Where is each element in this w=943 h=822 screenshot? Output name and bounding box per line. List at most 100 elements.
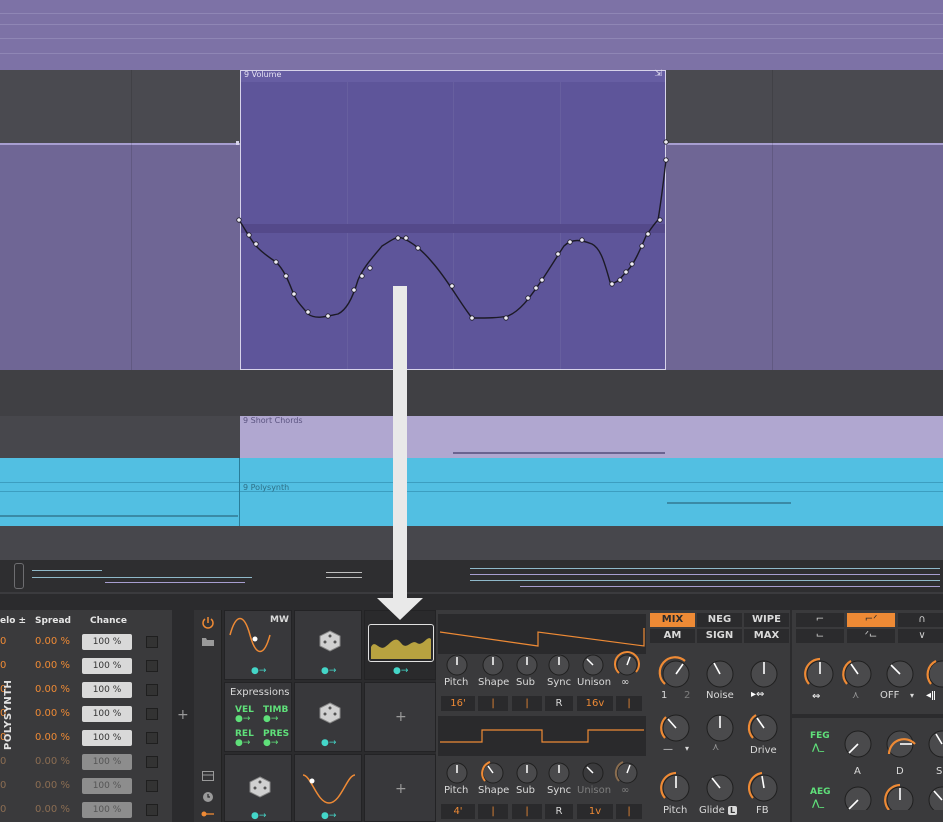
row-checkbox[interactable]	[146, 684, 158, 696]
lowpass-filter-button[interactable]: ⌐	[796, 613, 844, 627]
lowpass-resonant-button[interactable]: ⌐ᐟ	[847, 613, 895, 627]
power-icon[interactable]	[201, 616, 215, 630]
unison-link-icon[interactable]: ∞	[621, 785, 629, 796]
osc1-sub-value[interactable]: |	[512, 696, 542, 711]
spread-value[interactable]: 0.00 %	[35, 756, 70, 767]
row-checkbox[interactable]	[146, 756, 158, 768]
clock-icon[interactable]	[202, 791, 214, 803]
stereo-width-icon[interactable]: ▸⇔	[751, 689, 764, 700]
modulation-arrow-icon[interactable]: ●→	[321, 738, 336, 748]
spread-value[interactable]: 0.00 %	[35, 708, 70, 719]
filter-off-label[interactable]: OFF	[880, 690, 899, 701]
row-checkbox[interactable]	[146, 732, 158, 744]
timb-arrow-icon[interactable]: ●→	[263, 714, 278, 724]
random-modulator-slot[interactable]: ●→	[294, 682, 362, 752]
lfo-modulator-slot[interactable]: MW ●→	[224, 610, 292, 680]
wipe-button[interactable]: WIPE	[744, 613, 789, 627]
osc2-waveform	[438, 716, 646, 756]
aeg-label[interactable]: AEG	[810, 787, 831, 797]
row-checkbox[interactable]	[146, 780, 158, 792]
modulation-icon[interactable]	[201, 810, 215, 818]
osc2-pitch-value[interactable]: 4'	[441, 804, 475, 819]
highpass-filter-button[interactable]: ⌙	[796, 629, 844, 643]
add-modulator-button[interactable]: +	[395, 781, 407, 797]
osc1-knobs[interactable]	[440, 650, 646, 680]
arranger-overview[interactable]	[0, 560, 943, 592]
lfo-modulator-slot[interactable]: ●→	[294, 754, 362, 822]
osc2-sync-value[interactable]: R	[545, 804, 573, 819]
modulation-arrow-icon[interactable]: ●→	[251, 811, 266, 821]
chance-field[interactable]: 100 %	[82, 754, 132, 770]
spread-value[interactable]: 0.00 %	[35, 660, 70, 671]
spread-value[interactable]: 0.00 %	[35, 684, 70, 695]
pres-arrow-icon[interactable]: ●→	[263, 738, 278, 748]
chance-field[interactable]: 100 %	[82, 658, 132, 674]
highpass-resonant-button[interactable]: ᐟ⌙	[847, 629, 895, 643]
empty-modulator-slot[interactable]: +	[364, 682, 436, 752]
osc2-shape-value[interactable]: |	[478, 804, 508, 819]
filter-mode-icon[interactable]: ◂ǁ	[926, 690, 936, 701]
velo-value[interactable]: 0	[0, 780, 6, 791]
row-checkbox[interactable]	[146, 636, 158, 648]
spread-value[interactable]: 0.00 %	[35, 804, 70, 815]
spread-value[interactable]: 0.00 %	[35, 732, 70, 743]
neg-button[interactable]: NEG	[697, 613, 742, 627]
am-button[interactable]: AM	[650, 629, 695, 643]
modulation-arrow-icon[interactable]: ●→	[251, 666, 266, 676]
chance-field[interactable]: 100 %	[82, 802, 132, 818]
osc2-sub-value[interactable]: |	[512, 804, 542, 819]
modulation-arrow-icon[interactable]: ●→	[393, 666, 408, 676]
osc2-detune-value[interactable]: |	[616, 804, 642, 819]
velo-value[interactable]: 0	[0, 636, 6, 647]
filter-knobs[interactable]	[796, 650, 943, 810]
random-modulator-slot[interactable]: ●→	[294, 610, 362, 680]
osc1-detune-value[interactable]: |	[616, 696, 642, 711]
unison-link-icon[interactable]: ∞	[621, 677, 629, 688]
empty-modulator-slot[interactable]: +	[364, 754, 436, 822]
spread-value[interactable]: 0.00 %	[35, 780, 70, 791]
chance-field[interactable]: 100 %	[82, 730, 132, 746]
preset-icon[interactable]	[202, 771, 214, 781]
vel-arrow-icon[interactable]: ●→	[235, 714, 250, 724]
rel-arrow-icon[interactable]: ●→	[235, 738, 250, 748]
volume-automation-curve[interactable]	[236, 70, 676, 370]
chance-field[interactable]: 100 %	[82, 682, 132, 698]
modulation-arrow-icon[interactable]: ●→	[321, 666, 336, 676]
dropdown-icon[interactable]: ▾	[685, 744, 689, 753]
bandpass-filter-button[interactable]: ∩	[898, 613, 943, 627]
osc2-knobs[interactable]	[440, 758, 646, 788]
velo-value[interactable]: 0	[0, 756, 6, 767]
row-checkbox[interactable]	[146, 708, 158, 720]
row-checkbox[interactable]	[146, 660, 158, 672]
folder-icon[interactable]	[201, 636, 215, 647]
row-checkbox[interactable]	[146, 804, 158, 816]
osc1-unison-value[interactable]: 16v	[577, 696, 613, 711]
mix-button[interactable]: MIX	[650, 613, 695, 627]
mixer-knobs[interactable]	[652, 650, 788, 810]
expressions-slot[interactable]: Expressions VEL TIMB ●→ ●→ REL PRES ●→ ●…	[224, 682, 292, 752]
velo-value[interactable]: 0	[0, 660, 6, 671]
feg-label[interactable]: FEG	[810, 731, 830, 741]
chance-field[interactable]: 100 %	[82, 706, 132, 722]
overview-scroll-handle[interactable]	[14, 563, 24, 589]
osc1-pitch-value[interactable]: 16'	[441, 696, 475, 711]
add-device-button[interactable]: +	[177, 707, 189, 723]
add-modulator-button[interactable]: +	[395, 709, 407, 725]
filter-width-icon[interactable]: ⇔	[812, 691, 820, 702]
sign-button[interactable]: SIGN	[697, 629, 742, 643]
osc1-shape-value[interactable]: |	[478, 696, 508, 711]
filter-dropdown-icon[interactable]: ▾	[910, 691, 914, 700]
notch-filter-button[interactable]: ∨	[898, 629, 943, 643]
random-modulator-slot[interactable]: ●→	[224, 754, 292, 822]
osc1-sync-value[interactable]: R	[545, 696, 573, 711]
envelope-follower-slot[interactable]: ●→	[364, 610, 436, 680]
max-button[interactable]: MAX	[744, 629, 789, 643]
modulation-arrow-icon[interactable]: ●→	[321, 811, 336, 821]
glide-legato-badge[interactable]: L	[728, 806, 738, 815]
chance-field[interactable]: 100 %	[82, 778, 132, 794]
spread-value[interactable]: 0.00 %	[35, 636, 70, 647]
tilt-icon: ⋏	[712, 742, 720, 753]
velo-value[interactable]: 0	[0, 804, 6, 815]
chance-field[interactable]: 100 %	[82, 634, 132, 650]
osc2-unison-value[interactable]: 1v	[577, 804, 613, 819]
